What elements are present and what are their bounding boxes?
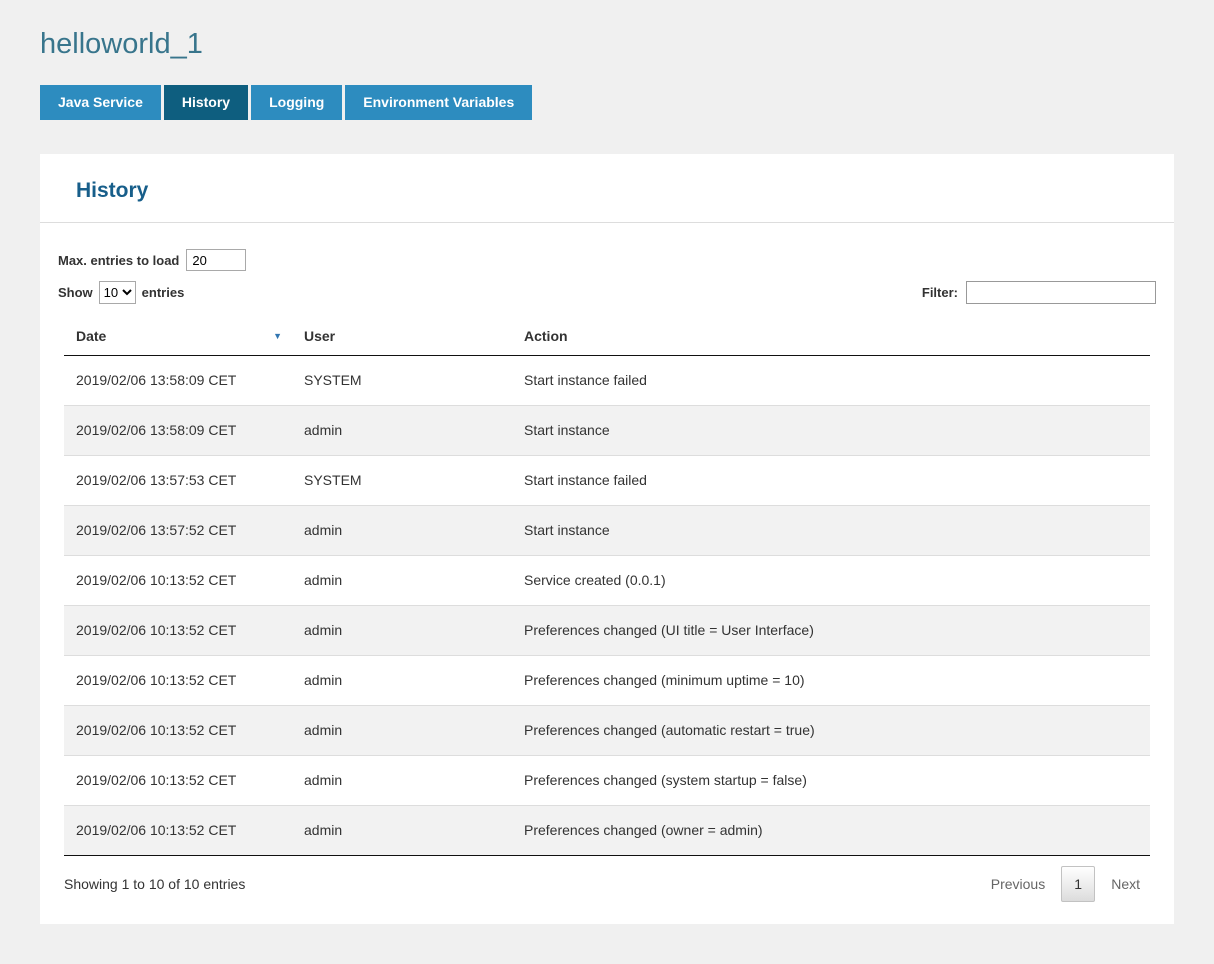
history-table: Date ▼ User Action 2019/02/06 13:58:09 C… [64, 318, 1150, 856]
show-filter-row: Show 10 entries Filter: [58, 281, 1156, 304]
filter-input[interactable] [966, 281, 1156, 304]
cell-user: SYSTEM [292, 456, 512, 506]
show-label: Show [58, 285, 93, 300]
cell-action: Start instance failed [512, 356, 1150, 406]
page-1-button[interactable]: 1 [1061, 866, 1095, 902]
filter-label: Filter: [922, 285, 958, 300]
column-header-user[interactable]: User [292, 318, 512, 356]
cell-action: Start instance [512, 406, 1150, 456]
cell-user: admin [292, 756, 512, 806]
cell-date: 2019/02/06 13:57:52 CET [64, 506, 292, 556]
cell-action: Start instance failed [512, 456, 1150, 506]
table-row: 2019/02/06 13:57:53 CET SYSTEM Start ins… [64, 456, 1150, 506]
next-page-button[interactable]: Next [1101, 867, 1150, 901]
table-row: 2019/02/06 13:58:09 CET SYSTEM Start ins… [64, 356, 1150, 406]
max-entries-control: Max. entries to load [58, 249, 1156, 271]
cell-date: 2019/02/06 13:58:09 CET [64, 356, 292, 406]
cell-date: 2019/02/06 13:57:53 CET [64, 456, 292, 506]
table-row: 2019/02/06 10:13:52 CET admin Preference… [64, 806, 1150, 856]
cell-action: Service created (0.0.1) [512, 556, 1150, 606]
cell-date: 2019/02/06 13:58:09 CET [64, 406, 292, 456]
table-row: 2019/02/06 13:58:09 CET admin Start inst… [64, 406, 1150, 456]
cell-user: admin [292, 706, 512, 756]
page: helloworld_1 Java Service History Loggin… [0, 0, 1214, 964]
table-footer: Showing 1 to 10 of 10 entries Previous 1… [58, 856, 1156, 924]
history-panel: History Max. entries to load Show 10 ent… [40, 154, 1174, 924]
tab-logging[interactable]: Logging [251, 85, 342, 120]
table-header-row: Date ▼ User Action [64, 318, 1150, 356]
cell-user: admin [292, 406, 512, 456]
cell-date: 2019/02/06 10:13:52 CET [64, 606, 292, 656]
previous-page-button[interactable]: Previous [981, 867, 1055, 901]
sort-desc-icon: ▼ [273, 331, 282, 341]
tab-environment-variables[interactable]: Environment Variables [345, 85, 532, 120]
tab-bar: Java Service History Logging Environment… [40, 85, 1174, 120]
max-entries-input[interactable] [186, 249, 246, 271]
cell-user: admin [292, 506, 512, 556]
panel-header: History [40, 154, 1174, 223]
cell-user: admin [292, 556, 512, 606]
page-length-select[interactable]: 10 [99, 281, 136, 304]
cell-user: admin [292, 606, 512, 656]
cell-action: Start instance [512, 506, 1150, 556]
cell-action: Preferences changed (owner = admin) [512, 806, 1150, 856]
entries-label: entries [142, 285, 185, 300]
panel-heading: History [76, 179, 1138, 203]
cell-date: 2019/02/06 10:13:52 CET [64, 656, 292, 706]
page-length-control: Show 10 entries [58, 281, 184, 304]
cell-date: 2019/02/06 10:13:52 CET [64, 706, 292, 756]
table-row: 2019/02/06 10:13:52 CET admin Preference… [64, 606, 1150, 656]
tab-history[interactable]: History [164, 85, 248, 120]
table-row: 2019/02/06 10:13:52 CET admin Preference… [64, 756, 1150, 806]
page-title: helloworld_1 [40, 0, 1174, 85]
cell-date: 2019/02/06 10:13:52 CET [64, 806, 292, 856]
table-info: Showing 1 to 10 of 10 entries [64, 876, 245, 892]
cell-date: 2019/02/06 10:13:52 CET [64, 756, 292, 806]
table-row: 2019/02/06 10:13:52 CET admin Service cr… [64, 556, 1150, 606]
cell-action: Preferences changed (automatic restart =… [512, 706, 1150, 756]
panel-body: Max. entries to load Show 10 entries Fil… [40, 223, 1174, 924]
cell-action: Preferences changed (UI title = User Int… [512, 606, 1150, 656]
cell-user: admin [292, 806, 512, 856]
filter-control: Filter: [922, 281, 1156, 304]
column-header-date-label: Date [76, 328, 106, 344]
cell-action: Preferences changed (minimum uptime = 10… [512, 656, 1150, 706]
table-row: 2019/02/06 13:57:52 CET admin Start inst… [64, 506, 1150, 556]
column-header-date[interactable]: Date ▼ [64, 318, 292, 356]
table-row: 2019/02/06 10:13:52 CET admin Preference… [64, 706, 1150, 756]
max-entries-label: Max. entries to load [58, 253, 179, 268]
pagination: Previous 1 Next [981, 866, 1150, 902]
cell-user: admin [292, 656, 512, 706]
tab-java-service[interactable]: Java Service [40, 85, 161, 120]
cell-date: 2019/02/06 10:13:52 CET [64, 556, 292, 606]
column-header-action[interactable]: Action [512, 318, 1150, 356]
cell-action: Preferences changed (system startup = fa… [512, 756, 1150, 806]
table-row: 2019/02/06 10:13:52 CET admin Preference… [64, 656, 1150, 706]
cell-user: SYSTEM [292, 356, 512, 406]
